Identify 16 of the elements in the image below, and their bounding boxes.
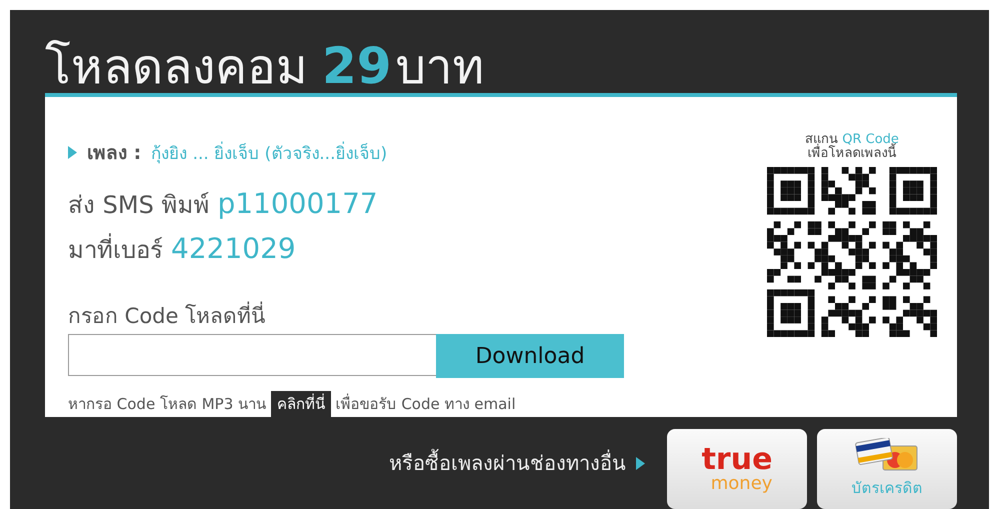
other-channels-text: หรือซื้อเพลงผ่านช่องทางอื่น [389,447,626,479]
code-input-field[interactable] [68,334,436,376]
sms-label: ส่ง SMS พิมพ์ [68,190,210,222]
sms-value: p11000177 [217,187,378,220]
sms-label: มาที่เบอร์ [68,230,163,270]
click-here-link[interactable]: คลิกที่นี่ [270,391,331,418]
download-button[interactable]: Download [436,334,624,378]
song-title: กุ้งยิง ... ยิ่งเจ็บ (ตัวจริง...ยิ่งเจ็บ) [151,140,388,166]
song-label: เพลง : [87,141,142,166]
help-text: หากรอ Code โหลด MP3 นาน คลิกที่นี่ เพื่อขอรับ Code ทาง email [68,392,767,416]
code-label: กรอก Code โหลดที่นี่ [68,299,767,332]
triangle-icon [68,146,77,159]
wallet-button[interactable]: true money [667,429,807,509]
triangle-icon [636,456,645,470]
page-title: โหลดลงคอม 29บาท [45,36,486,92]
sms-value: 4221029 [171,232,296,266]
